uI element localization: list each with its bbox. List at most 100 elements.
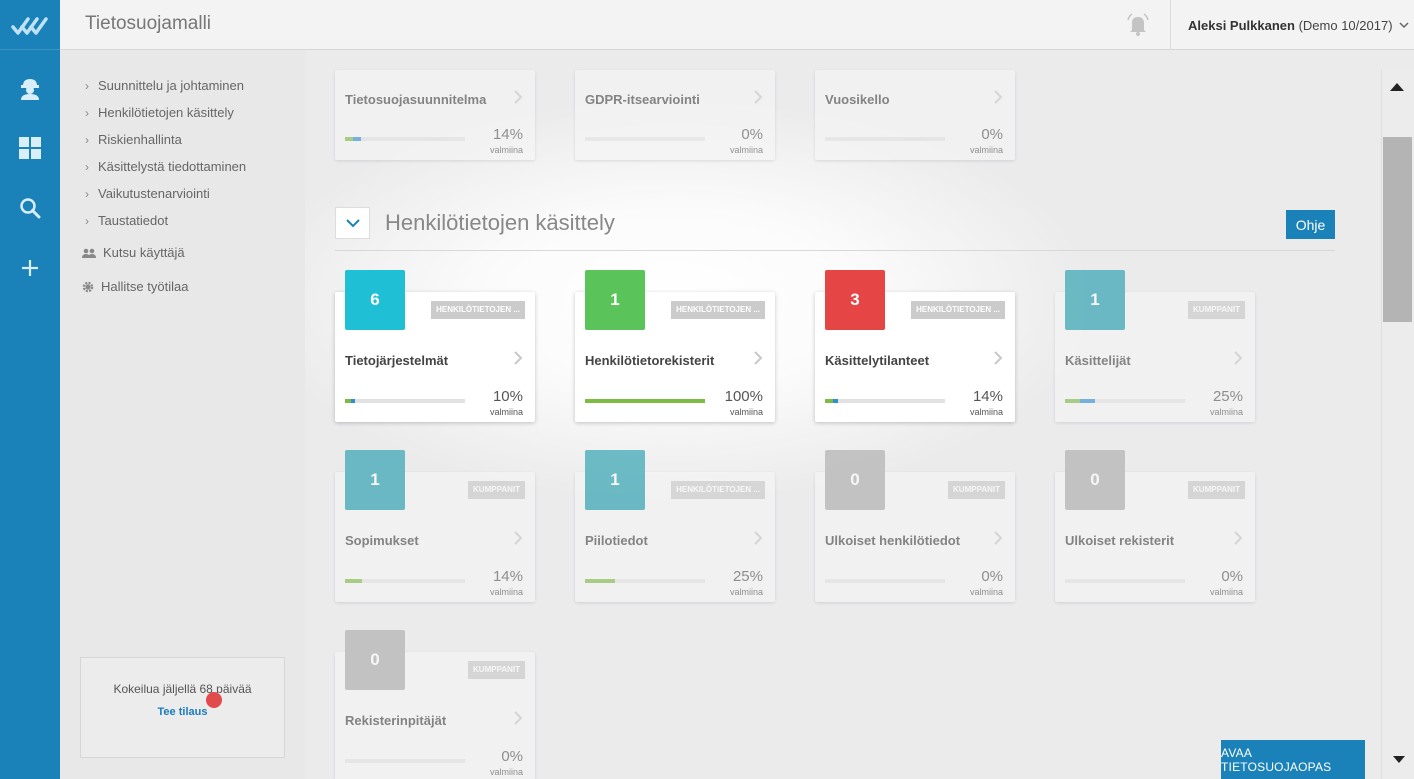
nav-item-label: Taustatiedot	[98, 213, 169, 228]
card-done-label: valmiina	[1209, 587, 1243, 597]
gear-icon	[82, 281, 94, 293]
chevron-right-icon	[994, 90, 1003, 104]
nav-item-vaikutustenarviointi[interactable]: › Vaikutustenarviointi	[85, 180, 246, 207]
chevron-right-icon: ›	[85, 132, 89, 147]
nav-item-henkilotietojen-kasittely[interactable]: › Henkilötietojen käsittely	[85, 99, 246, 126]
nav-item-suunnittelu[interactable]: › Suunnittelu ja johtaminen	[85, 72, 246, 99]
chevron-right-icon	[1234, 351, 1243, 365]
top-card[interactable]: Tietosuojasuunnitelma 14% valmiina	[335, 70, 535, 160]
card-title: Ulkoiset rekisterit	[1065, 533, 1175, 548]
collapse-section-button[interactable]	[335, 207, 370, 239]
card-done-label: valmiina	[969, 587, 1003, 597]
nav-item-tiedottaminen[interactable]: › Käsittelystä tiedottaminen	[85, 153, 246, 180]
count-badge: 1	[345, 450, 405, 510]
progress-fill-green	[825, 399, 833, 403]
progress-fill-blue	[833, 399, 838, 403]
category-tag: KUMPPANIT	[468, 481, 525, 499]
open-guide-button[interactable]: AVAA TIETOSUOJAOPAS	[1221, 740, 1365, 779]
card-title: Ulkoiset henkilötiedot	[825, 533, 961, 548]
category-tag: HENKILÖTIETOJEN ...	[671, 301, 765, 319]
logo-icon	[11, 16, 48, 35]
manage-workspace-link[interactable]: Hallitse työtilaa	[82, 279, 188, 294]
user-menu[interactable]: Aleksi Pulkkanen (Demo 10/2017)	[1170, 0, 1414, 50]
help-button[interactable]: Ohje	[1286, 210, 1335, 239]
category-card[interactable]: 1 KUMPPANIT Sopimukset 14% valmiina	[335, 450, 535, 602]
nav-item-label: Suunnittelu ja johtaminen	[98, 78, 244, 93]
card-title: Tietojärjestelmät	[345, 353, 449, 368]
card-title: Tietosuojasuunnitelma	[345, 92, 487, 107]
category-card[interactable]: 1 HENKILÖTIETOJEN ... Henkilötietorekister…	[575, 270, 775, 422]
nav-item-label: Henkilötietojen käsittely	[98, 105, 234, 120]
progress-fill-blue	[351, 399, 355, 403]
card-done-label: valmiina	[969, 407, 1003, 417]
worker-icon[interactable]	[0, 73, 60, 103]
progress-bar	[825, 137, 945, 141]
chevron-down-icon	[1399, 21, 1409, 28]
search-icon[interactable]	[0, 193, 60, 223]
card-percent: 14%	[972, 388, 1003, 405]
chevron-right-icon: ›	[85, 105, 89, 120]
card-done-label: valmiina	[489, 767, 523, 777]
nav-item-label: Käsittelystä tiedottaminen	[98, 159, 247, 174]
plus-icon[interactable]	[0, 253, 60, 283]
category-card[interactable]: 1 HENKILÖTIETOJEN ... Piilotiedot 25% valmii…	[575, 450, 775, 602]
top-card[interactable]: GDPR-itsearviointi 0% valmiina	[575, 70, 775, 160]
chevron-right-icon	[514, 531, 523, 545]
progress-bar	[825, 399, 945, 403]
invite-user-link[interactable]: Kutsu käyttäjä	[82, 245, 185, 260]
category-tag: KUMPPANIT	[1188, 481, 1245, 499]
category-card[interactable]: 1 KUMPPANIT Käsittelijät 25% valmiina	[1055, 270, 1255, 422]
category-card[interactable]: 6 HENKILÖTIETOJEN ... Tietojärjestelmät 10%…	[335, 270, 535, 422]
progress-fill-green	[585, 579, 615, 583]
card-done-label: valmiina	[729, 407, 763, 417]
scroll-down-arrow-icon[interactable]	[1392, 755, 1406, 764]
app-title: Tietosuojamalli	[85, 13, 212, 34]
card-title: GDPR-itsearviointi	[585, 92, 700, 107]
category-card[interactable]: 0 KUMPPANIT Rekisterinpitäjät 0% valmiina	[335, 630, 535, 779]
chevron-right-icon	[994, 531, 1003, 545]
chevron-right-icon	[514, 711, 523, 725]
nav-item-label: Riskienhallinta	[98, 132, 182, 147]
card-done-label: valmiina	[1209, 407, 1243, 417]
category-tag: HENKILÖTIETOJEN ...	[671, 481, 765, 499]
chevron-right-icon	[514, 90, 523, 104]
scroll-up-arrow-icon[interactable]	[1389, 82, 1405, 92]
card-percent: 25%	[732, 568, 763, 585]
card-percent: 0%	[981, 568, 1003, 585]
card-title: Rekisterinpitäjät	[345, 713, 447, 728]
progress-bar	[345, 137, 465, 141]
top-card[interactable]: Vuosikello 0% valmiina	[815, 70, 1015, 160]
category-card[interactable]: 3 HENKILÖTIETOJEN ... Käsittelytilanteet 14…	[815, 270, 1015, 422]
progress-bar	[345, 759, 465, 763]
category-card[interactable]: 0 KUMPPANIT Ulkoiset henkilötiedot 0% valmii…	[815, 450, 1015, 602]
card-title: Käsittelytilanteet	[825, 353, 930, 368]
top-bar: Tietosuojamalli Aleksi Pulkkanen (Demo 1…	[60, 0, 1414, 50]
scrollbar-thumb[interactable]	[1383, 137, 1412, 322]
notifications-bell-icon[interactable]	[1124, 11, 1152, 44]
count-badge: 1	[585, 450, 645, 510]
card-title: Piilotiedot	[585, 533, 648, 548]
chevron-right-icon	[514, 351, 523, 365]
count-badge: 1	[585, 270, 645, 330]
chevron-right-icon: ›	[85, 78, 89, 93]
card-percent: 14%	[492, 568, 523, 585]
nav-item-taustatiedot[interactable]: › Taustatiedot	[85, 207, 246, 234]
order-link[interactable]: Tee tilaus	[81, 706, 284, 718]
category-card[interactable]: 0 KUMPPANIT Ulkoiset rekisterit 0% valmiina	[1055, 450, 1255, 602]
card-title: Vuosikello	[825, 92, 890, 107]
card-done-label: valmiina	[489, 407, 523, 417]
card-percent: 25%	[1212, 388, 1243, 405]
chevron-right-icon: ›	[85, 213, 89, 228]
trial-box: Kokeilua jäljellä 68 päivää Tee tilaus	[80, 657, 285, 758]
card-percent: 0%	[1221, 568, 1243, 585]
card-percent: 14%	[492, 126, 523, 143]
card-percent: 10%	[492, 388, 523, 405]
section-title: Henkilötietojen käsittely	[385, 210, 615, 235]
section-header: Henkilötietojen käsittely Ohje	[335, 207, 1335, 251]
chevron-right-icon	[754, 351, 763, 365]
card-title: Sopimukset	[345, 533, 419, 548]
card-percent: 100%	[724, 388, 763, 405]
app-logo[interactable]	[0, 0, 60, 50]
nav-item-riskienhallinta[interactable]: › Riskienhallinta	[85, 126, 246, 153]
grid-icon[interactable]	[0, 133, 60, 163]
